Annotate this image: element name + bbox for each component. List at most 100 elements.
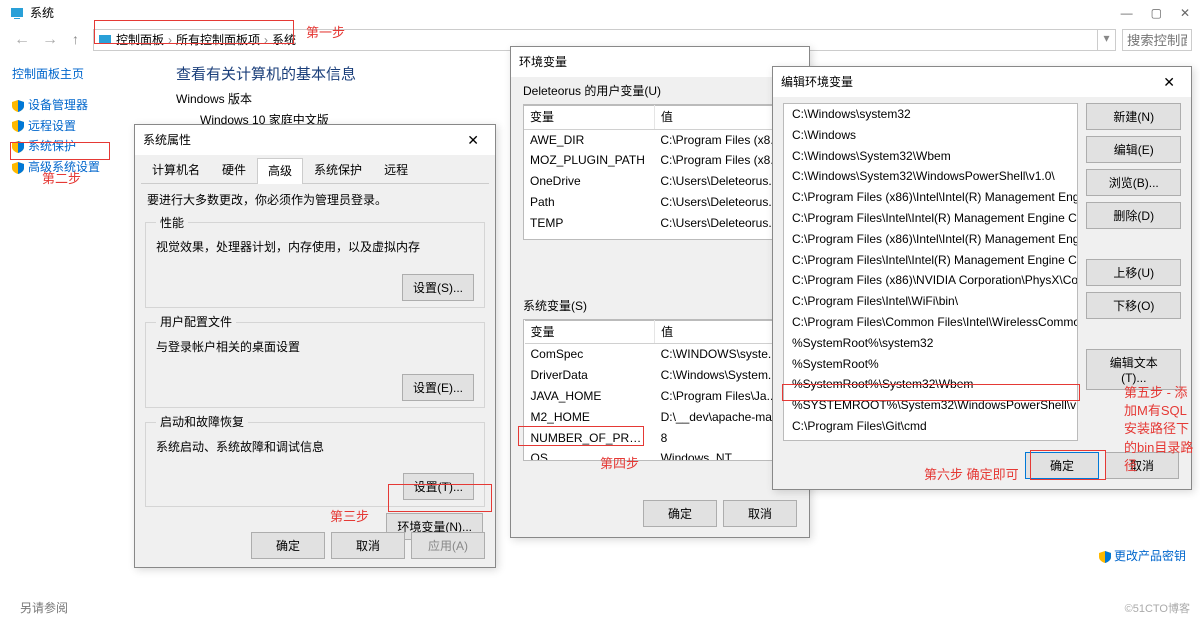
envvars-ok-button[interactable]: 确定 <box>643 500 717 527</box>
search-input[interactable] <box>1122 29 1192 51</box>
step-5-label: 第五步 - 添加M有SQL安装路径下的bin目录路径 <box>1124 384 1198 475</box>
table-row[interactable]: TEMPC:\Users\Deleteorus... <box>524 213 796 234</box>
list-item[interactable]: C:\Windows\system32 <box>784 104 1077 125</box>
envvars-titlebar: 环境变量 <box>511 47 809 77</box>
startup-settings-button[interactable]: 设置(T)... <box>403 473 474 500</box>
shield-icon <box>1099 551 1111 563</box>
sidebar-item[interactable]: 远程设置 <box>12 118 118 135</box>
list-item[interactable]: C:\Program Files\Intel\Intel(R) Manageme… <box>784 208 1077 229</box>
perf-settings-button[interactable]: 设置(S)... <box>402 274 474 301</box>
perf-desc: 视觉效果，处理器计划，内存使用，以及虚拟内存 <box>156 239 474 256</box>
list-item[interactable]: C:\Windows <box>784 125 1077 146</box>
see-also: 另请参阅 <box>20 600 68 617</box>
step-4-label: 第四步 <box>600 455 639 473</box>
shield-icon <box>12 141 24 153</box>
list-item[interactable]: C:\Windows\System32\WindowsPowerShell\v1… <box>784 166 1077 187</box>
perf-legend: 性能 <box>156 215 188 232</box>
col-name[interactable]: 变量 <box>524 105 654 129</box>
list-item[interactable]: %SystemRoot%\system32 <box>784 333 1077 354</box>
list-item[interactable]: C:\Program Files (x86)\Intel\Intel(R) Ma… <box>784 229 1077 250</box>
system-icon <box>10 6 24 20</box>
list-item[interactable]: C:\Program Files\Intel\WiFi\bin\ <box>784 291 1077 312</box>
movedown-button[interactable]: 下移(O) <box>1086 292 1181 319</box>
sysprops-apply-button[interactable]: 应用(A) <box>411 532 485 559</box>
window-title: 系统 <box>30 5 54 22</box>
up-button[interactable]: ↑ <box>64 30 87 50</box>
envvars-cancel-button[interactable]: 取消 <box>723 500 797 527</box>
list-item[interactable]: %JAVA_HOME%\bin <box>784 437 1077 441</box>
list-item[interactable]: %SYSTEMROOT%\System32\WindowsPowerShell\… <box>784 395 1077 416</box>
step-1-label: 第一步 <box>306 24 345 42</box>
table-row[interactable]: M2_HOMED:\__dev\apache-ma... <box>525 407 796 428</box>
editenv-ok-button[interactable]: 确定 <box>1025 452 1099 479</box>
startup-legend: 启动和故障恢复 <box>156 414 248 431</box>
close-button[interactable]: ✕ <box>1180 5 1190 22</box>
sysprops-ok-button[interactable]: 确定 <box>251 532 325 559</box>
sidebar-item[interactable]: 设备管理器 <box>12 97 118 114</box>
shield-icon <box>12 120 24 132</box>
editenv-title: 编辑环境变量 <box>781 67 853 97</box>
list-item[interactable]: C:\Program Files (x86)\Intel\Intel(R) Ma… <box>784 187 1077 208</box>
security-link[interactable]: 更改产品密钥 <box>1099 548 1186 565</box>
tab[interactable]: 计算机名 <box>141 157 211 183</box>
table-row[interactable]: AWE_DIRC:\Program Files (x8... <box>524 129 796 150</box>
dropdown-icon[interactable]: ▾ <box>1098 29 1116 51</box>
list-item[interactable]: C:\Windows\System32\Wbem <box>784 146 1077 167</box>
system-icon <box>98 33 112 47</box>
table-row[interactable]: MOZ_PLUGIN_PATHC:\Program Files (x8... <box>524 150 796 171</box>
sys-vars-label: 系统变量(S) <box>523 298 797 315</box>
close-icon[interactable]: ✕ <box>459 125 487 155</box>
table-row[interactable]: JAVA_HOMEC:\Program Files\Ja... <box>525 386 796 407</box>
list-item[interactable]: %SystemRoot% <box>784 354 1077 375</box>
table-row[interactable]: OSWindows_NT <box>525 448 796 460</box>
shield-icon <box>12 100 24 112</box>
step-3-label: 第三步 <box>330 508 369 526</box>
minimize-button[interactable]: — <box>1121 5 1133 22</box>
profiles-legend: 用户配置文件 <box>156 314 236 331</box>
tab[interactable]: 硬件 <box>211 157 257 183</box>
new-button[interactable]: 新建(N) <box>1086 103 1181 130</box>
delete-button[interactable]: 删除(D) <box>1086 202 1181 229</box>
table-row[interactable]: OneDriveC:\Users\Deleteorus... <box>524 171 796 192</box>
table-row[interactable]: ComSpecC:\WINDOWS\syste... <box>525 344 796 365</box>
close-icon[interactable]: ✕ <box>1155 67 1183 97</box>
breadcrumb-item[interactable]: 系统 <box>272 32 296 49</box>
profiles-settings-button[interactable]: 设置(E)... <box>402 374 474 401</box>
table-row[interactable]: DriverDataC:\Windows\System... <box>525 365 796 386</box>
startup-desc: 系统启动、系统故障和调试信息 <box>156 439 474 456</box>
list-item[interactable]: C:\Program Files (x86)\NVIDIA Corporatio… <box>784 270 1077 291</box>
admin-note: 要进行大多数更改，你必须作为管理员登录。 <box>135 184 495 209</box>
col-name[interactable]: 变量 <box>525 320 655 344</box>
table-row[interactable]: TMPC:\Users\Deleteorus... <box>524 234 796 240</box>
table-row[interactable]: NUMBER_OF_PROCESSORS8 <box>525 428 796 449</box>
tab[interactable]: 远程 <box>373 157 419 183</box>
tab[interactable]: 高级 <box>257 158 303 184</box>
back-button[interactable]: ← <box>8 29 36 51</box>
profiles-desc: 与登录帐户相关的桌面设置 <box>156 339 474 356</box>
watermark: ©51CTO博客 <box>1125 602 1190 617</box>
edit-button[interactable]: 编辑(E) <box>1086 136 1181 163</box>
shield-icon <box>12 162 24 174</box>
breadcrumb-item[interactable]: 所有控制面板项 <box>176 32 260 49</box>
browse-button[interactable]: 浏览(B)... <box>1086 169 1181 196</box>
list-item[interactable]: C:\Program Files\Common Files\Intel\Wire… <box>784 312 1077 333</box>
page-heading: 查看有关计算机的基本信息 <box>176 64 356 85</box>
tab[interactable]: 系统保护 <box>303 157 373 183</box>
sidebar-item[interactable]: 系统保护 <box>12 138 118 155</box>
list-item[interactable]: %SystemRoot%\System32\Wbem <box>784 374 1077 395</box>
sysprops-cancel-button[interactable]: 取消 <box>331 532 405 559</box>
envvars-title: 环境变量 <box>519 47 567 77</box>
user-vars-label: Deleteorus 的用户变量(U) <box>523 83 797 100</box>
control-panel-home[interactable]: 控制面板主页 <box>12 66 118 83</box>
editenv-titlebar: 编辑环境变量 ✕ <box>773 67 1191 97</box>
table-row[interactable]: PathC:\Users\Deleteorus... <box>524 192 796 213</box>
moveup-button[interactable]: 上移(U) <box>1086 259 1181 286</box>
section-title: Windows 版本 <box>176 91 356 108</box>
list-item[interactable]: C:\Program Files\Intel\Intel(R) Manageme… <box>784 250 1077 271</box>
maximize-button[interactable]: ▢ <box>1151 5 1162 22</box>
sysprops-titlebar: 系统属性 ✕ <box>135 125 495 155</box>
forward-button[interactable]: → <box>36 29 64 51</box>
breadcrumb-item[interactable]: 控制面板 <box>116 32 164 49</box>
list-item[interactable]: C:\Program Files\Git\cmd <box>784 416 1077 437</box>
step-2-label: 第二步 <box>42 170 81 188</box>
